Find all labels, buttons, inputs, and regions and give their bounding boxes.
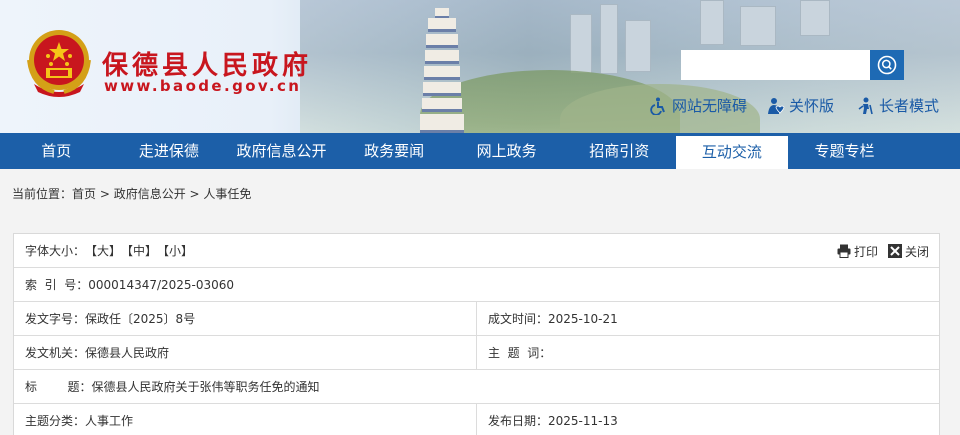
index-label: 索 引 号： — [25, 278, 89, 292]
created-date-label: 成文时间： — [488, 312, 549, 326]
keywords-label: 主 题 词： — [488, 346, 552, 360]
title-row: 标 题： 保德县人民政府关于张伟等职务任免的通知 — [14, 370, 939, 404]
close-icon — [887, 244, 902, 258]
document-info-panel: 字体大小： 【大】 【中】 【小】 打印 关闭 索 引 号： 000014347… — [13, 233, 940, 435]
elder-icon — [857, 97, 875, 115]
breadcrumb-item-info-disclosure[interactable]: 政府信息公开 — [114, 187, 186, 201]
nav-item-news[interactable]: 政务要闻 — [338, 133, 451, 169]
font-size-small-button[interactable]: 【小】 — [157, 242, 193, 259]
title-field: 标 题： 保德县人民政府关于张伟等职务任免的通知 — [14, 370, 320, 403]
issuer-value: 保德县人民政府 — [85, 346, 170, 360]
nav-item-special-topics[interactable]: 专题专栏 — [788, 133, 901, 169]
created-date-value: 2025-10-21 — [548, 311, 618, 326]
breadcrumb-prefix: 当前位置： — [12, 187, 73, 201]
page-actions: 打印 关闭 — [827, 234, 929, 268]
print-button[interactable]: 打印 — [837, 243, 878, 260]
doc-number-value: 保政任〔2025〕8号 — [85, 312, 196, 326]
pagoda-image — [418, 8, 466, 133]
site-url: www.baode.gov.cn — [104, 77, 302, 95]
nav-item-investment[interactable]: 招商引资 — [563, 133, 676, 169]
category-row: 主题分类： 人事工作 发布日期： 2025-11-13 — [14, 404, 939, 435]
nav-item-info-disclosure[interactable]: 政府信息公开 — [225, 133, 338, 169]
published-date-value: 2025-11-13 — [548, 413, 618, 428]
keywords-field: 主 题 词： — [476, 336, 938, 369]
care-icon — [767, 97, 785, 115]
category-value: 人事工作 — [85, 414, 134, 428]
title-label: 标 题： — [25, 380, 92, 394]
close-label: 关闭 — [904, 244, 929, 259]
published-date-label: 发布日期： — [488, 414, 549, 428]
doc-number-label: 发文字号： — [25, 312, 86, 326]
close-button[interactable]: 关闭 — [887, 243, 929, 260]
index-row: 索 引 号： 000014347/2025-03060 — [14, 268, 939, 302]
breadcrumb-separator: > — [185, 187, 204, 201]
category-label: 主题分类： — [25, 414, 86, 428]
issuer-field: 发文机关： 保德县人民政府 — [14, 336, 476, 369]
care-version-link[interactable]: 关怀版 — [767, 95, 834, 116]
font-size-label: 字体大小： — [25, 244, 86, 258]
doc-number-field: 发文字号： 保政任〔2025〕8号 — [14, 302, 476, 335]
banner-building — [625, 20, 651, 72]
banner-building — [800, 0, 830, 36]
breadcrumb-separator: > — [96, 187, 114, 201]
banner-building — [700, 0, 724, 45]
nav-item-online-services[interactable]: 网上政务 — [450, 133, 563, 169]
care-version-label: 关怀版 — [789, 97, 835, 115]
font-size-medium-button[interactable]: 【中】 — [121, 242, 157, 259]
index-field: 索 引 号： 000014347/2025-03060 — [14, 268, 234, 301]
search-input[interactable] — [681, 50, 870, 80]
elder-mode-link[interactable]: 长者模式 — [857, 95, 939, 116]
print-label: 打印 — [853, 244, 878, 259]
breadcrumb-item-appointments[interactable]: 人事任免 — [203, 187, 251, 201]
category-field: 主题分类： 人事工作 — [14, 404, 476, 435]
accessibility-link[interactable]: 网站无障碍 — [650, 95, 747, 116]
breadcrumb: 当前位置：首页 > 政府信息公开 > 人事任免 — [12, 185, 251, 202]
wheelchair-icon — [650, 97, 668, 115]
site-header: 保德县人民政府 www.baode.gov.cn 网站无障碍 关怀版 长者模式 — [0, 0, 960, 133]
nav-item-home[interactable]: 首页 — [0, 133, 113, 169]
doc-number-row: 发文字号： 保政任〔2025〕8号 成文时间： 2025-10-21 — [14, 302, 939, 336]
font-size-large-button[interactable]: 【大】 — [85, 242, 121, 259]
index-value: 000014347/2025-03060 — [88, 277, 235, 292]
nav-item-about[interactable]: 走进保德 — [113, 133, 226, 169]
created-date-field: 成文时间： 2025-10-21 — [476, 302, 938, 335]
breadcrumb-item-home[interactable]: 首页 — [72, 187, 96, 201]
issuer-row: 发文机关： 保德县人民政府 主 题 词： — [14, 336, 939, 370]
font-size-row: 字体大小： 【大】 【中】 【小】 打印 关闭 — [14, 234, 939, 268]
accessibility-label: 网站无障碍 — [672, 97, 748, 115]
font-size-controls: 字体大小： 【大】 【中】 【小】 — [14, 234, 193, 267]
issuer-label: 发文机关： — [25, 346, 86, 360]
elder-mode-label: 长者模式 — [879, 97, 940, 115]
main-nav: 首页 走进保德 政府信息公开 政务要闻 网上政务 招商引资 互动交流 专题专栏 — [0, 133, 960, 169]
banner-building — [600, 4, 618, 74]
published-date-field: 发布日期： 2025-11-13 — [476, 404, 938, 435]
title-value: 保德县人民政府关于张伟等职务任免的通知 — [91, 380, 320, 394]
national-emblem-icon — [24, 26, 94, 100]
search-button[interactable] — [870, 50, 904, 80]
banner-building — [740, 6, 776, 46]
nav-item-interaction[interactable]: 互动交流 — [675, 136, 789, 169]
printer-icon — [837, 244, 851, 258]
search-icon — [877, 55, 897, 75]
banner-building — [570, 14, 592, 74]
